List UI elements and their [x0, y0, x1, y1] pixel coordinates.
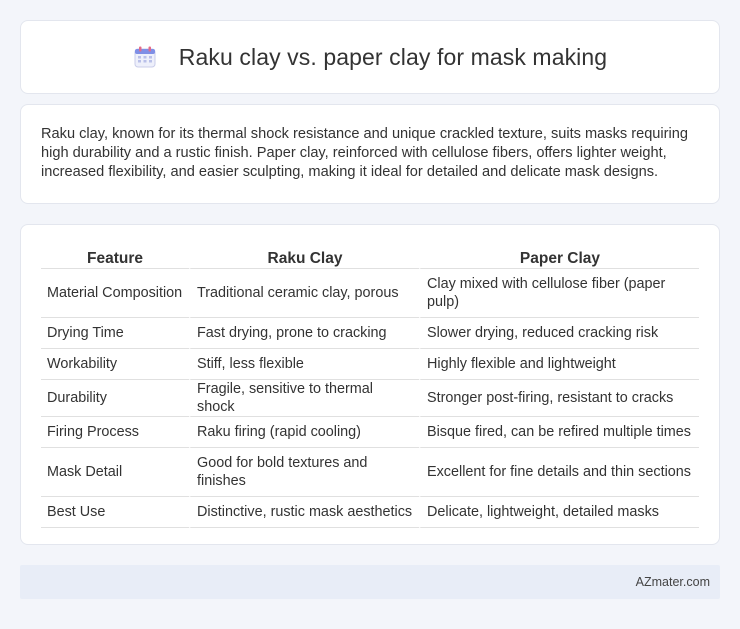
raku-clay-cell: Fast drying, prone to cracking [189, 318, 419, 349]
table-row: Workability Stiff, less flexible Highly … [41, 349, 699, 380]
calendar-icon [133, 45, 157, 69]
raku-clay-cell: Distinctive, rustic mask aesthetics [189, 497, 419, 528]
title-card: Raku clay vs. paper clay for mask making [20, 20, 720, 94]
table-row: Mask Detail Good for bold textures and f… [41, 448, 699, 497]
description-text: Raku clay, known for its thermal shock r… [41, 126, 689, 180]
table-row: Firing Process Raku firing (rapid coolin… [41, 417, 699, 448]
paper-clay-cell: Bisque fired, can be refired multiple ti… [419, 417, 699, 448]
comparison-table-card: Feature Raku Clay Paper Clay Material Co… [20, 224, 720, 545]
raku-clay-cell: Stiff, less flexible [189, 349, 419, 380]
column-header-raku-clay: Raku Clay [189, 245, 419, 269]
paper-clay-cell: Excellent for fine details and thin sect… [419, 448, 699, 497]
table-row: Durability Fragile, sensitive to thermal… [41, 380, 699, 417]
comparison-table: Feature Raku Clay Paper Clay Material Co… [41, 245, 699, 528]
paper-clay-cell: Stronger post-firing, resistant to crack… [419, 380, 699, 417]
feature-cell: Mask Detail [41, 448, 189, 497]
feature-cell: Best Use [41, 497, 189, 528]
feature-cell: Workability [41, 349, 189, 380]
paper-clay-cell: Delicate, lightweight, detailed masks [419, 497, 699, 528]
title-row: Raku clay vs. paper clay for mask making [133, 44, 607, 71]
raku-clay-cell: Raku firing (rapid cooling) [189, 417, 419, 448]
paper-clay-cell: Clay mixed with cellulose fiber (paper p… [419, 269, 699, 318]
raku-clay-cell: Fragile, sensitive to thermal shock [189, 380, 419, 417]
table-row: Material Composition Traditional ceramic… [41, 269, 699, 318]
feature-cell: Material Composition [41, 269, 189, 318]
table-row: Drying Time Fast drying, prone to cracki… [41, 318, 699, 349]
paper-clay-cell: Slower drying, reduced cracking risk [419, 318, 699, 349]
feature-cell: Durability [41, 380, 189, 417]
feature-cell: Drying Time [41, 318, 189, 349]
feature-cell: Firing Process [41, 417, 189, 448]
raku-clay-cell: Good for bold textures and finishes [189, 448, 419, 497]
column-header-paper-clay: Paper Clay [419, 245, 699, 269]
raku-clay-cell: Traditional ceramic clay, porous [189, 269, 419, 318]
table-header-row: Feature Raku Clay Paper Clay [41, 245, 699, 269]
page-title: Raku clay vs. paper clay for mask making [178, 43, 608, 70]
footer-brand: AZmater.com [635, 575, 710, 589]
description-card: Raku clay, known for its thermal shock r… [20, 104, 720, 204]
table-row: Best Use Distinctive, rustic mask aesthe… [41, 497, 699, 528]
footer-bar: AZmater.com [20, 565, 720, 599]
paper-clay-cell: Highly flexible and lightweight [419, 349, 699, 380]
column-header-feature: Feature [41, 245, 189, 269]
